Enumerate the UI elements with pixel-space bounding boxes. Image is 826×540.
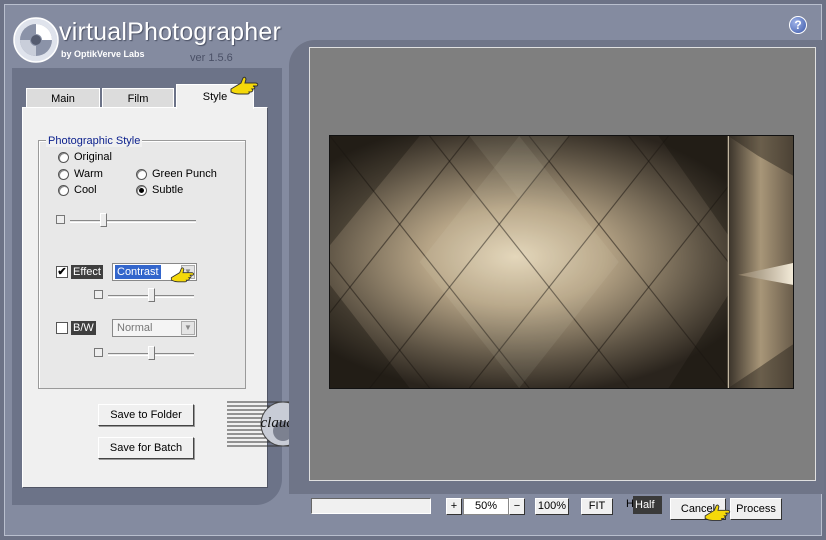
- radio-warm[interactable]: Warm: [58, 168, 103, 180]
- radio-cool[interactable]: Cool: [58, 184, 97, 196]
- radio-label: Cool: [74, 184, 97, 196]
- slider-reset-box[interactable]: [56, 215, 65, 224]
- checkbox-mark: [56, 322, 68, 334]
- bw-label: B/W: [71, 321, 96, 335]
- logo-swirl-icon: [13, 17, 59, 63]
- zoom-100-button[interactable]: 100%: [535, 498, 569, 515]
- help-icon[interactable]: ?: [789, 16, 807, 34]
- radio-original[interactable]: Original: [58, 151, 112, 163]
- app-window: virtualPhotographer by OptikVerve Labs v…: [0, 0, 826, 540]
- pointing-hand-icon: [704, 504, 731, 521]
- save-for-batch-button[interactable]: Save for Batch: [98, 437, 194, 459]
- slider-track: [70, 220, 196, 223]
- zoom-out-button[interactable]: −: [509, 498, 525, 515]
- effect-slider[interactable]: [94, 288, 196, 304]
- tab-film[interactable]: Film: [102, 88, 174, 108]
- bw-value: Normal: [117, 322, 153, 334]
- app-title: virtualPhotographer: [59, 18, 281, 46]
- bw-dropdown[interactable]: Normal ▼: [112, 319, 197, 337]
- bw-slider[interactable]: [94, 346, 196, 362]
- radio-label: Subtle: [152, 184, 184, 196]
- slider-thumb[interactable]: [147, 288, 155, 302]
- fit-button[interactable]: FIT: [581, 498, 613, 515]
- effect-checkbox[interactable]: ✔ Effect: [56, 265, 103, 279]
- dropdown-arrow-icon: ▼: [181, 321, 195, 335]
- app-subtitle: by OptikVerve Labs: [61, 49, 145, 59]
- app-version: ver 1.5.6: [190, 52, 233, 64]
- radio-subtle[interactable]: Subtle: [136, 184, 183, 196]
- tab-main[interactable]: Main: [26, 88, 100, 108]
- zoom-in-button[interactable]: +: [446, 498, 462, 515]
- half-toggle[interactable]: Half: [633, 496, 662, 514]
- save-to-folder-button[interactable]: Save to Folder: [98, 404, 194, 426]
- slider-thumb[interactable]: [147, 346, 155, 360]
- radio-dot: [136, 168, 147, 180]
- slider-reset-box[interactable]: [94, 290, 103, 299]
- effect-value: Contrast: [115, 265, 161, 279]
- radio-dot: [58, 168, 69, 180]
- pointing-hand-icon: [170, 267, 195, 283]
- radio-label: Warm: [74, 168, 103, 180]
- radio-label: Original: [74, 151, 112, 163]
- preview-image: [329, 135, 794, 389]
- bw-checkbox[interactable]: B/W: [56, 321, 96, 335]
- checkbox-mark: ✔: [56, 266, 68, 278]
- radio-dot: [58, 151, 69, 163]
- pointing-hand-icon: [230, 76, 259, 95]
- radio-dot: [58, 184, 69, 196]
- process-button[interactable]: Process: [730, 498, 782, 520]
- group-title: Photographic Style: [46, 135, 143, 147]
- slider-thumb[interactable]: [99, 213, 107, 227]
- slider-reset-box[interactable]: [94, 348, 103, 357]
- radio-green-punch[interactable]: Green Punch: [136, 168, 217, 180]
- style-intensity-slider[interactable]: [56, 213, 198, 229]
- progress-bar: [311, 498, 431, 514]
- radio-dot: [136, 184, 147, 196]
- effect-label: Effect: [71, 265, 103, 279]
- zoom-level-field[interactable]: 50%: [463, 498, 509, 515]
- radio-label: Green Punch: [152, 168, 217, 180]
